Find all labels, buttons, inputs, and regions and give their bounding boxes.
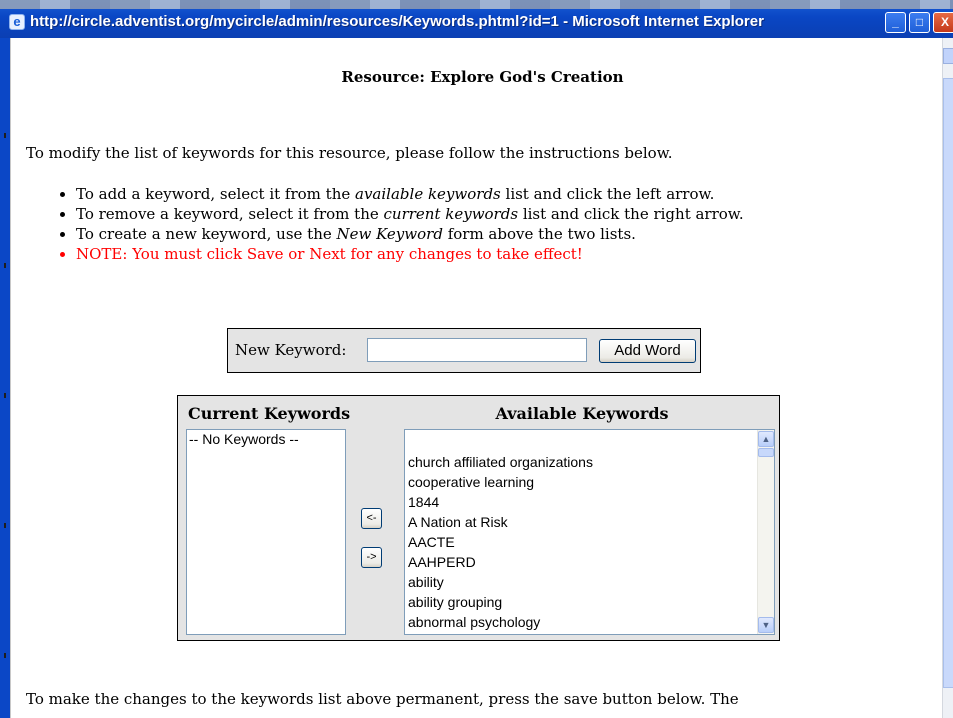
window-title: http://circle.adventist.org/mycircle/adm…	[30, 13, 764, 30]
save-note: NOTE: You must click Save or Next for an…	[76, 244, 744, 264]
available-keyword-option[interactable]: ability grouping	[405, 592, 593, 612]
scroll-up-icon[interactable]: ▲	[758, 431, 774, 447]
resource-title: Resource: Explore God's Creation	[341, 68, 624, 86]
add-word-button[interactable]: Add Word	[599, 339, 696, 363]
scroll-thumb[interactable]	[943, 78, 953, 688]
available-keyword-option[interactable]: ability	[405, 572, 593, 592]
background-window-strip	[0, 0, 953, 9]
listbox-scrollbar[interactable]: ▲ ▼	[757, 430, 774, 634]
available-keyword-option[interactable]: 1844	[405, 492, 593, 512]
new-keyword-input[interactable]	[367, 338, 587, 362]
page-content: Resource: Explore God's Creation To modi…	[26, 38, 938, 718]
new-keyword-form: New Keyword: Add Word	[227, 328, 701, 373]
minimize-button[interactable]: _	[885, 12, 906, 33]
available-keywords-listbox[interactable]: church affiliated organizations cooperat…	[404, 429, 775, 635]
scroll-up-arrow-icon[interactable]	[943, 48, 953, 64]
current-keywords-listbox[interactable]: -- No Keywords --	[186, 429, 346, 635]
minimize-icon: _	[892, 15, 899, 29]
available-keyword-option[interactable]: cooperative learning	[405, 472, 593, 492]
title-bar[interactable]: e http://circle.adventist.org/mycircle/a…	[0, 0, 953, 38]
instruction-create: To create a new keyword, use the New Key…	[76, 224, 744, 244]
maximize-button[interactable]: □	[909, 12, 930, 33]
instruction-add: To add a keyword, select it from the ava…	[76, 184, 744, 204]
close-icon: X	[940, 15, 949, 29]
instructions-list: To add a keyword, select it from the ava…	[26, 184, 744, 264]
page-vertical-scrollbar[interactable]	[942, 38, 953, 718]
current-keywords-heading: Current Keywords	[188, 404, 351, 423]
window-left-border	[0, 38, 11, 718]
scroll-down-icon[interactable]: ▼	[758, 617, 774, 633]
available-keywords-heading: Available Keywords	[495, 404, 669, 423]
keyword-lists-panel: Current Keywords Available Keywords -- N…	[177, 395, 780, 641]
current-keyword-option[interactable]: -- No Keywords --	[187, 430, 345, 448]
close-button[interactable]: X	[933, 12, 953, 33]
new-keyword-label: New Keyword:	[235, 341, 347, 359]
add-keyword-left-arrow-button[interactable]: <-	[361, 508, 382, 529]
available-keyword-option[interactable]: AAHPERD	[405, 552, 593, 572]
remove-keyword-right-arrow-button[interactable]: ->	[361, 547, 382, 568]
maximize-icon: □	[915, 15, 924, 29]
available-keyword-option[interactable]: abnormal psychology	[405, 612, 593, 632]
intro-text: To modify the list of keywords for this …	[26, 144, 673, 162]
instruction-remove: To remove a keyword, select it from the …	[76, 204, 744, 224]
save-instructions-text: To make the changes to the keywords list…	[26, 690, 739, 708]
available-keyword-option[interactable]: church affiliated organizations	[405, 452, 593, 472]
available-keyword-option[interactable]: AACTE	[405, 532, 593, 552]
internet-explorer-icon: e	[9, 14, 25, 30]
available-keyword-option[interactable]: A Nation at Risk	[405, 512, 593, 532]
listbox-scroll-thumb[interactable]	[758, 448, 774, 457]
